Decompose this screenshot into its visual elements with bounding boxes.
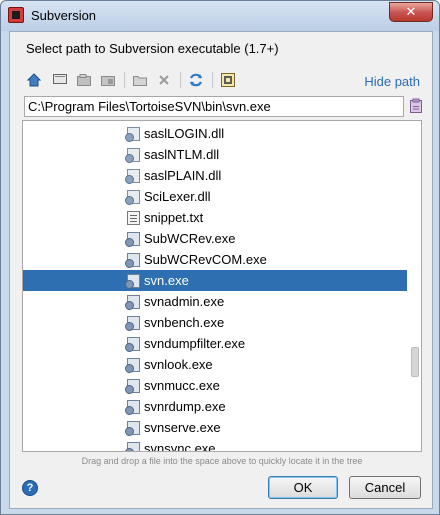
tree-item[interactable]: SubWCRevCOM.exe	[23, 249, 407, 270]
paste-path-icon[interactable]	[408, 97, 424, 115]
tree-item[interactable]: svnadmin.exe	[23, 291, 407, 312]
cancel-button[interactable]: Cancel	[349, 476, 421, 499]
tree-item-label: svnsync.exe	[144, 441, 216, 452]
new-folder-icon[interactable]	[130, 70, 150, 90]
toolbar-separator	[212, 72, 213, 88]
exe-file-icon	[125, 253, 140, 268]
drag-drop-hint: Drag and drop a file into the space abov…	[81, 456, 363, 466]
dll-file-icon	[125, 169, 140, 184]
toolbar-separator	[180, 72, 181, 88]
tree-item-label: svn.exe	[144, 273, 189, 288]
exe-file-icon	[125, 358, 140, 373]
show-hidden-icon[interactable]	[218, 70, 238, 90]
tree-item[interactable]: saslPLAIN.dll	[23, 165, 407, 186]
tree-item-label: svnadmin.exe	[144, 294, 225, 309]
tree-item[interactable]: svnsync.exe	[23, 438, 407, 452]
scrollbar-thumb[interactable]	[411, 347, 419, 377]
tree-item[interactable]: svnrdump.exe	[23, 396, 407, 417]
tree-item-label: svnbench.exe	[144, 315, 225, 330]
tree-item[interactable]: SciLexer.dll	[23, 186, 407, 207]
tree-item-label: svnlook.exe	[144, 357, 213, 372]
tree-item-label: SciLexer.dll	[144, 189, 211, 204]
toolbar-separator	[124, 72, 125, 88]
tree-item[interactable]: svnserve.exe	[23, 417, 407, 438]
path-input[interactable]: C:\Program Files\TortoiseSVN\bin\svn.exe	[24, 96, 404, 117]
tree-item[interactable]: saslNTLM.dll	[23, 144, 407, 165]
tree-item-label: svnrdump.exe	[144, 399, 226, 414]
exe-file-icon	[125, 232, 140, 247]
exe-file-icon	[125, 421, 140, 436]
exe-file-icon	[125, 442, 140, 451]
tree-item[interactable]: SubWCRev.exe	[23, 228, 407, 249]
module-icon[interactable]	[98, 70, 118, 90]
dialog-prompt: Select path to Subversion executable (1.…	[26, 41, 279, 56]
project-icon[interactable]	[74, 70, 94, 90]
close-button[interactable]: ✕	[389, 2, 433, 22]
tree-scrollbar[interactable]	[409, 121, 421, 451]
hide-path-link[interactable]: Hide path	[364, 74, 420, 89]
dll-file-icon	[125, 190, 140, 205]
text-file-icon	[127, 211, 140, 225]
tree-item-label: svnmucc.exe	[144, 378, 220, 393]
dll-file-icon	[125, 127, 140, 142]
dialog-body: Select path to Subversion executable (1.…	[9, 31, 433, 509]
tree-item[interactable]: svnlook.exe	[23, 354, 407, 375]
exe-file-icon	[125, 400, 140, 415]
exe-file-icon	[125, 316, 140, 331]
tree-item-label: saslNTLM.dll	[144, 147, 220, 162]
title-bar[interactable]: Subversion ✕	[1, 1, 439, 31]
tree-item-label: SubWCRev.exe	[144, 231, 236, 246]
exe-file-icon	[125, 274, 140, 289]
tree-item-label: svnserve.exe	[144, 420, 221, 435]
tree-item[interactable]: svnbench.exe	[23, 312, 407, 333]
tree-item-label: snippet.txt	[144, 210, 204, 225]
ok-button[interactable]: OK	[268, 476, 338, 499]
exe-file-icon	[125, 337, 140, 352]
exe-file-icon	[125, 379, 140, 394]
tree-item-label: svndumpfilter.exe	[144, 336, 246, 351]
help-icon[interactable]: ?	[22, 480, 38, 496]
tree-item[interactable]: svnmucc.exe	[23, 375, 407, 396]
file-tree[interactable]: svnsync.exe svnserve.exe svnrdump.exe svnmu…	[22, 120, 422, 452]
desktop-icon[interactable]	[50, 70, 70, 90]
tree-item-label: saslPLAIN.dll	[144, 168, 222, 183]
tree-item[interactable]: snippet.txt	[23, 207, 407, 228]
intellij-icon	[8, 7, 24, 23]
tree-item-label: SubWCRevCOM.exe	[144, 252, 267, 267]
dialog-window: Subversion ✕ Select path to Subversion e…	[0, 0, 440, 515]
tree-item-label: saslLOGIN.dll	[144, 126, 225, 141]
home-icon[interactable]	[24, 70, 44, 90]
window-title: Subversion	[31, 8, 97, 23]
tree-item[interactable]: svn.exe	[23, 270, 407, 291]
tree-item[interactable]: svndumpfilter.exe	[23, 333, 407, 354]
refresh-icon[interactable]	[186, 70, 206, 90]
exe-file-icon	[125, 295, 140, 310]
delete-icon[interactable]	[154, 70, 174, 90]
dll-file-icon	[125, 148, 140, 163]
tree-item[interactable]: saslLOGIN.dll	[23, 123, 407, 144]
file-chooser-toolbar: Hide path	[24, 70, 424, 90]
